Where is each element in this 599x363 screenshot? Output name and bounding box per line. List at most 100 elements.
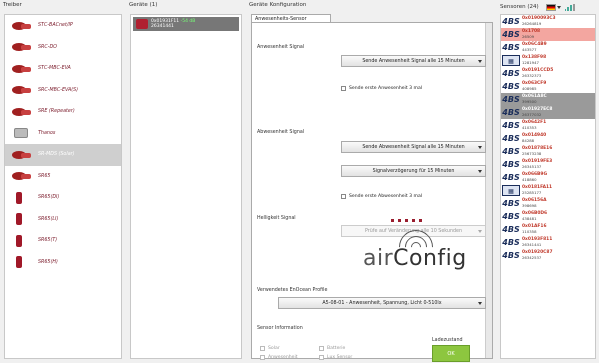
sensor-item[interactable]: 4BS 0x014940 84288 [501, 132, 595, 145]
driver-item[interactable]: SR65(T) [5, 230, 121, 252]
absence-interval-dropdown[interactable]: Sende Abwesenheit Signal alle 15 Minuten [341, 141, 486, 153]
absence-interval-value: Sende Abwesenheit Signal alle 15 Minuten [362, 144, 465, 150]
sensor-value: 26345137 [522, 163, 542, 169]
sensor-item[interactable]: 4BS 0x01919FE3 26345137 [501, 158, 595, 171]
presence-group-label: Anwesenheit Signal [257, 45, 305, 50]
checkbox-box[interactable] [341, 194, 346, 199]
config-scrollbar[interactable] [485, 23, 492, 358]
sensor-item[interactable]: ▦ 0x138F98 1281947 [501, 54, 595, 67]
device-pane-title: Geräte (1) [129, 2, 158, 8]
info-battery-label: Batterie [327, 346, 346, 351]
driver-item[interactable]: SR65(H) [5, 252, 121, 274]
checkbox-box [260, 346, 265, 351]
driver-item[interactable]: SR-MDS (Solar) [5, 144, 121, 166]
4bs-profile-icon: 4BS [502, 199, 520, 208]
device-text: 0x01931F11 -54 dB 26341441 [151, 19, 195, 29]
sensor-text: 0x01927EC8 26377032 [522, 107, 552, 117]
chevron-down-icon [478, 146, 482, 149]
german-flag-icon[interactable] [545, 3, 556, 11]
sensor-item[interactable]: 4BS 0x01927EC8 26377032 [501, 106, 595, 119]
info-lux-label: Lux Sensor [327, 355, 353, 360]
4bs-profile-icon: 4BS [502, 238, 520, 247]
sensor-item[interactable]: 4BS 0x0190093C3 26264819 [501, 15, 595, 28]
driver-item[interactable]: SR65 [5, 166, 121, 188]
charge-state-indicator: OK [432, 345, 470, 362]
sensor-item[interactable]: 4BS 0x06B0D6 438481 [501, 210, 595, 223]
driver-item[interactable]: STC-BACnet/IP [5, 15, 121, 37]
sensor-item[interactable]: 4BS 0x061A8C 399500 [501, 93, 595, 106]
sensor-text: 0x01AF16 110358 [522, 224, 547, 234]
driver-item[interactable]: STC-MBC-EVA [5, 58, 121, 80]
sensor-list[interactable]: 4BS 0x0190093C3 26264819 4BS 0x1708 26509 4BS 0… [500, 14, 596, 359]
absence-group-label: Abwesenheit Signal [257, 130, 305, 135]
4bs-profile-icon: 4BS [502, 43, 520, 52]
gateway-icon [9, 18, 35, 34]
sensor-text: 0x06C4B9 443577 [522, 42, 547, 52]
driver-item[interactable]: SR65(LI) [5, 209, 121, 231]
driver-item[interactable]: SRE (Repeater) [5, 101, 121, 123]
sensor-item[interactable]: ▦ 0x0181FA11 25285177 [501, 184, 595, 197]
logo-dots [391, 219, 422, 222]
sensor-text: 0x01920C87 26342537 [522, 250, 553, 260]
driver-item[interactable]: SR65(DI) [5, 187, 121, 209]
sensor-text: 0x063CF9 408985 [522, 81, 546, 91]
device-item[interactable]: 0x01931F11 -54 dB 26341441 [133, 17, 239, 31]
absence-delay-dropdown[interactable]: Signalverzögerung für 15 Minuten [341, 165, 486, 177]
driver-item-label: SR65(DI) [38, 195, 60, 201]
4bs-profile-icon: 4BS [502, 121, 520, 130]
presence-interval-dropdown[interactable]: Sende Anwesenheit Signal alle 15 Minuten [341, 55, 486, 67]
info-presence-label: Anwesenheit [268, 355, 298, 360]
4bs-profile-icon: 4BS [502, 82, 520, 91]
info-battery-check: Batterie [319, 346, 345, 351]
4bs-profile-icon: 4BS [502, 212, 520, 221]
sensor-item[interactable]: 4BS 0x06156A 398698 [501, 197, 595, 210]
room-panel-icon [9, 125, 35, 141]
sensor-text: 0x0181FA11 25285177 [522, 185, 552, 195]
flag-dropdown-icon[interactable] [556, 5, 561, 9]
absence-first-checkbox[interactable]: Sende erste Abwesenheit 3 mal [341, 194, 422, 199]
driver-pane-title: Treiber [3, 2, 22, 8]
driver-item[interactable]: Thanos [5, 123, 121, 145]
rps-profile-icon: ▦ [502, 185, 520, 196]
sensor-item[interactable]: 4BS 0x0191CCD5 26332373 [501, 67, 595, 80]
sensor-value: 443577 [522, 46, 537, 52]
rps-profile-icon: ▦ [502, 55, 520, 66]
sensor-item[interactable]: 4BS 0x0193F811 26341441 [501, 236, 595, 249]
gateway-icon [9, 82, 35, 98]
sensor-text: 0x0642F1 410353 [522, 120, 546, 130]
sensor-value: 398698 [522, 202, 537, 208]
sensor-value: 410353 [522, 124, 537, 130]
4bs-profile-icon: 4BS [502, 95, 520, 104]
4bs-profile-icon: 4BS [502, 147, 520, 156]
sensor-item[interactable]: 4BS 0x1708 26509 [501, 28, 595, 41]
sensor-text: 0x138F98 1281947 [522, 55, 546, 65]
logo-text-config: Config [393, 246, 467, 271]
4bs-profile-icon: 4BS [502, 69, 520, 78]
sensor-item[interactable]: 4BS 0x01920C87 26342537 [501, 249, 595, 262]
sensor-item[interactable]: 4BS 0x06C4B9 443577 [501, 41, 595, 54]
checkbox-box [260, 355, 265, 360]
driver-item-label: STC-MBC-EVA [38, 66, 71, 72]
sensor-item[interactable]: 4BS 0x01878E16 25673238 [501, 145, 595, 158]
sensor-pane-header: Sensoren (24) [500, 1, 596, 13]
sensor-value: 110358 [522, 228, 537, 234]
checkbox-box[interactable] [341, 86, 346, 91]
driver-list[interactable]: STC-BACnet/IP SRC-DO STC-MBC-EVA SRC-MBC-EV… [4, 14, 122, 359]
sensor-text: 0x06B0D6 438481 [522, 211, 547, 221]
config-pane-title: Geräte Konfiguration [249, 2, 307, 8]
sensor-value: 26332373 [522, 72, 542, 78]
presence-first-label: Sende erste Anwesenheit 3 mal [349, 86, 423, 91]
config-body: Anwesenheit Signal Sende Anwesenheit Sig… [251, 22, 493, 362]
presence-first-checkbox[interactable]: Sende erste Anwesenheit 3 mal [341, 86, 422, 91]
device-list[interactable]: 0x01931F11 -54 dB 26341441 [130, 14, 242, 359]
sensor-item[interactable]: 4BS 0x063CF9 408985 [501, 80, 595, 93]
profile-value: A5-08-01 - Anwesenheit, Spannung, Licht … [322, 300, 442, 306]
driver-item[interactable]: SRC-MBC-EVA(S) [5, 80, 121, 102]
driver-item[interactable]: SRC-DO [5, 37, 121, 59]
profile-dropdown[interactable]: A5-08-01 - Anwesenheit, Spannung, Licht … [278, 297, 486, 309]
signal-strength-icon[interactable] [564, 3, 575, 11]
sensor-item[interactable]: 4BS 0x0642F1 410353 [501, 119, 595, 132]
4bs-profile-icon: 4BS [502, 225, 520, 234]
sensor-item[interactable]: 4BS 0x066B9G 418860 [501, 171, 595, 184]
sensor-item[interactable]: 4BS 0x01AF16 110358 [501, 223, 595, 236]
